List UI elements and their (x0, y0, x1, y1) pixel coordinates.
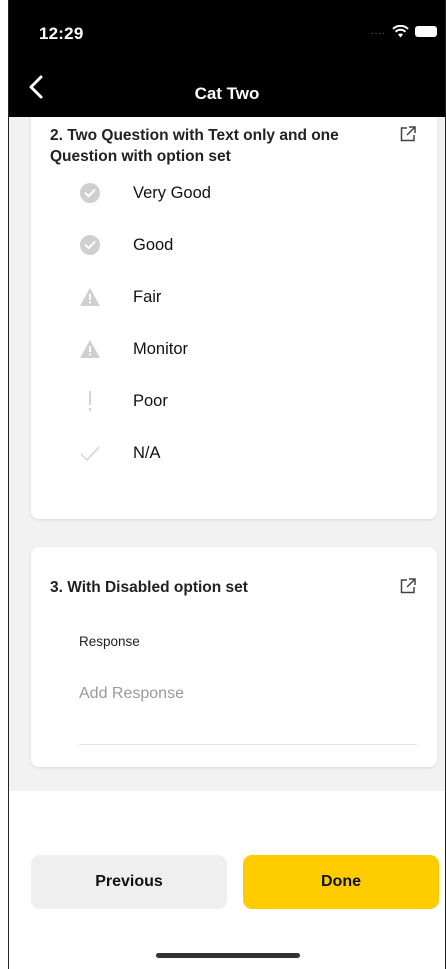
navigation-header: 12:29 .... Cat Two (9, 0, 445, 117)
option-label: Fair (133, 287, 162, 306)
page-title: Cat Two (194, 84, 260, 103)
signal-icon: .... (370, 26, 386, 37)
question-title: 2. Two Question with Text only and one Q… (50, 127, 339, 165)
option-label: Very Good (133, 183, 211, 202)
question-title: 3. With Disabled option set (50, 579, 248, 596)
response-input[interactable]: Add Response (79, 685, 184, 703)
question-list[interactable]: 2. Two Question with Text only and one Q… (9, 117, 445, 791)
previous-button[interactable]: Previous (31, 855, 227, 909)
option-good[interactable]: Good (79, 233, 173, 257)
home-indicator[interactable] (156, 953, 300, 958)
status-icons: .... (371, 25, 437, 38)
external-link-icon[interactable] (399, 577, 417, 595)
question-card: 2. Two Question with Text only and one Q… (31, 117, 437, 519)
footer-bar: Previous Done (9, 791, 445, 969)
option-label: Good (133, 235, 174, 254)
external-link-icon[interactable] (399, 125, 417, 143)
warning-triangle-icon (80, 340, 100, 358)
response-label: Response (79, 634, 140, 649)
option-monitor[interactable]: Monitor (79, 337, 188, 361)
checkmark-icon (80, 446, 100, 462)
option-fair[interactable]: Fair (79, 285, 161, 309)
check-circle-icon (80, 235, 100, 255)
battery-icon (415, 26, 437, 37)
question-card: 3. With Disabled option set Response Add… (31, 547, 437, 767)
app-screen: 12:29 .... Cat Two 2. Two Question with … (8, 0, 446, 969)
check-circle-icon (80, 183, 100, 203)
option-poor[interactable]: Poor (79, 389, 168, 413)
warning-triangle-icon (80, 288, 100, 306)
option-very-good[interactable]: Very Good (79, 181, 211, 205)
input-underline (79, 744, 417, 745)
exclamation-icon (89, 391, 91, 411)
option-label: Poor (133, 391, 168, 410)
wifi-icon (392, 25, 409, 38)
done-button[interactable]: Done (243, 855, 439, 909)
option-na[interactable]: N/A (79, 441, 161, 465)
option-label: Monitor (133, 339, 189, 358)
option-label: N/A (133, 443, 161, 462)
status-time: 12:29 (39, 24, 84, 43)
